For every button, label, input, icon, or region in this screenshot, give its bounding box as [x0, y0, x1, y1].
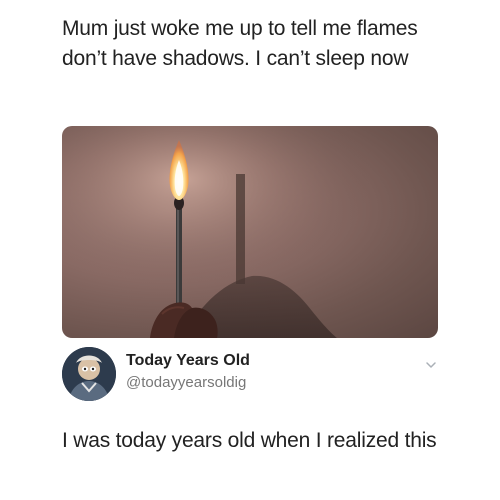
tweet-author[interactable]: Today Years Old @todayyearsoldig [62, 344, 442, 404]
tweet-text: I was today years old when I realized th… [62, 429, 437, 452]
user-handle[interactable]: @todayyearsoldig [126, 374, 246, 391]
chevron-down-icon[interactable] [424, 358, 438, 372]
match-flame-photo [62, 126, 438, 338]
display-name[interactable]: Today Years Old [126, 352, 250, 370]
caption-text: Mum just woke me up to tell me flames do… [62, 17, 418, 70]
avatar[interactable] [62, 347, 116, 401]
